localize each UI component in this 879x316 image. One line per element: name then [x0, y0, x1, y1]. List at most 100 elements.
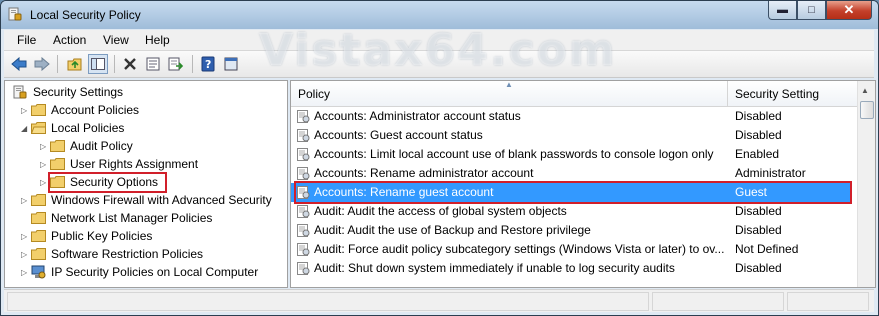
- forward-icon: [34, 57, 50, 71]
- console-icon: [224, 57, 238, 71]
- policy-icon: [297, 167, 310, 180]
- tree-item-label: IP Security Policies on Local Computer: [51, 265, 259, 279]
- tree-item-audit-policy[interactable]: ▷ Audit Policy: [40, 137, 133, 155]
- close-button[interactable]: ✕: [826, 1, 872, 20]
- status-section: [652, 292, 784, 311]
- minimize-button[interactable]: ▬: [768, 1, 797, 20]
- folder-icon: [31, 230, 46, 242]
- security-settings-icon: [13, 85, 27, 99]
- table-row-selected[interactable]: Accounts: Rename guest account Guest: [291, 183, 851, 202]
- status-section: [787, 292, 869, 311]
- folder-icon: [31, 194, 46, 206]
- tree-item-label: Security Options: [70, 175, 159, 189]
- folder-icon: [50, 176, 65, 188]
- close-icon: ✕: [843, 2, 855, 17]
- up-folder-icon: [67, 58, 82, 71]
- tree-item-account-policies[interactable]: ▷ Account Policies: [21, 101, 139, 119]
- policy-icon: [297, 262, 310, 275]
- collapse-arrow-icon[interactable]: ◢: [21, 124, 31, 133]
- table-row[interactable]: Accounts: Limit local account use of bla…: [291, 145, 851, 164]
- table-row[interactable]: Accounts: Rename administrator account A…: [291, 164, 851, 183]
- table-row[interactable]: Audit: Audit the use of Backup and Resto…: [291, 221, 851, 240]
- tree-item-ip-security[interactable]: ▷ IP Security Policies on Local Computer: [21, 263, 258, 281]
- forward-button[interactable]: [32, 54, 52, 74]
- tree-item-security-options[interactable]: ▷ Security Options: [40, 173, 158, 191]
- expand-arrow-icon[interactable]: ▷: [21, 250, 31, 259]
- policy-name: Audit: Audit the use of Backup and Resto…: [314, 223, 591, 237]
- menu-help[interactable]: Help: [145, 33, 170, 47]
- tree-root-label: Security Settings: [33, 85, 124, 99]
- export-list-button[interactable]: [166, 54, 186, 74]
- table-row[interactable]: Audit: Force audit policy subcategory se…: [291, 240, 851, 259]
- policy-name: Accounts: Guest account status: [314, 128, 483, 142]
- up-folder-button[interactable]: [65, 54, 85, 74]
- policy-name: Accounts: Rename guest account: [314, 185, 494, 199]
- sort-ascending-icon: ▲: [505, 80, 513, 89]
- expand-arrow-icon[interactable]: ▷: [21, 268, 31, 277]
- folder-open-icon: [31, 122, 46, 134]
- policy-icon: [297, 243, 310, 256]
- menu-action[interactable]: Action: [53, 33, 86, 47]
- properties-button[interactable]: [143, 54, 163, 74]
- svg-text:?: ?: [205, 58, 211, 71]
- vertical-scrollbar[interactable]: ▲: [857, 81, 875, 287]
- policy-setting: Administrator: [735, 166, 806, 180]
- tree-item-public-key-policies[interactable]: ▷ Public Key Policies: [21, 227, 152, 245]
- menu-view[interactable]: View: [103, 33, 129, 47]
- policy-icon: [297, 186, 310, 199]
- back-button[interactable]: [9, 54, 29, 74]
- policy-setting: Enabled: [735, 147, 780, 161]
- expand-arrow-icon[interactable]: ▷: [21, 196, 31, 205]
- maximize-button[interactable]: □: [797, 1, 826, 20]
- status-section: [7, 292, 649, 311]
- expand-arrow-icon[interactable]: ▷: [40, 142, 50, 151]
- tree-item-label: Audit Policy: [70, 139, 133, 153]
- tree-root[interactable]: Security Settings: [13, 83, 123, 101]
- show-hide-tree-button[interactable]: [88, 54, 108, 74]
- table-row[interactable]: Audit: Audit the access of global system…: [291, 202, 851, 221]
- app-icon: [8, 7, 22, 21]
- delete-button[interactable]: [120, 54, 140, 74]
- tree-item-label: Local Policies: [51, 121, 125, 135]
- expand-arrow-icon[interactable]: ▷: [40, 160, 50, 169]
- tree-item-windows-firewall[interactable]: ▷ Windows Firewall with Advanced Securit…: [21, 191, 272, 209]
- minimize-icon: ▬: [777, 4, 788, 16]
- app-window: Local Security Policy ▬ □ ✕ Vistax64.com…: [0, 0, 879, 316]
- scroll-up-icon[interactable]: ▲: [861, 86, 869, 95]
- menu-file[interactable]: File: [17, 33, 36, 47]
- table-row[interactable]: Audit: Shut down system immediately if u…: [291, 259, 851, 278]
- console-button[interactable]: [221, 54, 241, 74]
- expand-arrow-icon[interactable]: ▷: [40, 178, 50, 187]
- policy-setting: Not Defined: [735, 242, 799, 256]
- policy-icon: [297, 224, 310, 237]
- policy-setting: Disabled: [735, 261, 782, 275]
- table-row[interactable]: Accounts: Guest account status Disabled: [291, 126, 851, 145]
- tree-item-user-rights-assignment[interactable]: ▷ User Rights Assignment: [40, 155, 198, 173]
- policy-icon: [297, 110, 310, 123]
- column-header-policy[interactable]: Policy: [298, 87, 330, 101]
- scrollbar-thumb[interactable]: [860, 101, 874, 119]
- help-button[interactable]: ?: [198, 54, 218, 74]
- tree-item-label: Windows Firewall with Advanced Security: [51, 193, 272, 207]
- title-bar[interactable]: Local Security Policy ▬ □ ✕: [1, 1, 878, 29]
- menu-bar: File Action View Help: [4, 30, 874, 51]
- table-row[interactable]: Accounts: Administrator account status D…: [291, 107, 851, 126]
- policy-icon: [297, 148, 310, 161]
- policy-setting: Disabled: [735, 223, 782, 237]
- status-bar: [4, 289, 874, 312]
- expand-arrow-icon[interactable]: ▷: [21, 232, 31, 241]
- tree-item-network-list-manager[interactable]: Network List Manager Policies: [31, 209, 212, 227]
- toolbar: ?: [4, 51, 874, 78]
- policy-setting: Disabled: [735, 204, 782, 218]
- expand-arrow-icon[interactable]: ▷: [21, 106, 31, 115]
- policy-setting: Guest: [735, 185, 768, 199]
- folder-icon: [31, 212, 46, 224]
- column-header-security-setting[interactable]: Security Setting: [735, 87, 819, 101]
- policy-setting: Disabled: [735, 128, 782, 142]
- tree-item-label: User Rights Assignment: [70, 157, 199, 171]
- export-list-icon: [168, 57, 184, 71]
- help-icon: ?: [201, 56, 215, 72]
- tree-item-local-policies[interactable]: ◢ Local Policies: [21, 119, 124, 137]
- window-title: Local Security Policy: [30, 8, 141, 22]
- tree-item-software-restriction[interactable]: ▷ Software Restriction Policies: [21, 245, 203, 263]
